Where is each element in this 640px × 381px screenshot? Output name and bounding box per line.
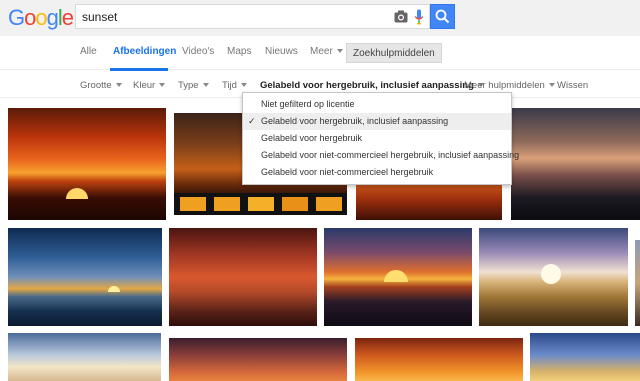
chevron-down-icon (202, 83, 209, 88)
sun-shape (541, 264, 561, 284)
search-input[interactable] (82, 9, 382, 25)
dropdown-item-label: Niet gefilterd op licentie (261, 99, 355, 109)
film-frame (316, 197, 342, 211)
sun-shape (384, 270, 408, 282)
sun-shape (66, 188, 88, 199)
chevron-down-icon (240, 83, 247, 88)
tab-videos[interactable]: Video's (182, 46, 214, 57)
tool-time-label: Tijd (222, 80, 237, 91)
dropdown-item-label: Gelabeld voor hergebruik, inclusief aanp… (261, 116, 449, 126)
film-frame (282, 197, 308, 211)
dropdown-item-label: Gelabeld voor niet-commercieel hergebrui… (261, 167, 434, 177)
google-images-page: Google Alle Afbeel (0, 0, 640, 381)
tab-all[interactable]: Alle (80, 46, 97, 57)
tool-time[interactable]: Tijd (222, 80, 247, 91)
image-result[interactable] (355, 338, 523, 381)
logo-letter: o (24, 5, 36, 30)
chevron-down-icon (336, 49, 343, 54)
dropdown-item-noncommercial-reuse-with-modification[interactable]: Gelabeld voor niet-commercieel hergebrui… (243, 147, 519, 164)
tool-more-tools-label: Meer hulpmiddelen (464, 80, 545, 91)
tool-type-label: Type (178, 80, 199, 91)
tab-more-label: Meer (310, 46, 333, 57)
film-frame (214, 197, 240, 211)
image-result[interactable] (511, 108, 640, 220)
search-box (75, 4, 430, 29)
camera-icon[interactable] (394, 10, 408, 23)
image-result[interactable] (635, 240, 640, 326)
tool-size[interactable]: Grootte (80, 80, 122, 91)
chevron-down-icon (115, 83, 122, 88)
tool-type[interactable]: Type (178, 80, 209, 91)
image-result[interactable] (8, 108, 166, 220)
film-frame (180, 197, 206, 211)
chevron-down-icon (159, 83, 166, 88)
logo-letter: G (8, 5, 25, 30)
image-result[interactable] (8, 333, 161, 381)
google-logo[interactable]: Google (8, 5, 74, 31)
tab-images[interactable]: Afbeeldingen (113, 46, 176, 57)
search-icon (435, 9, 450, 24)
dropdown-item-reuse[interactable]: Gelabeld voor hergebruik (243, 130, 511, 147)
film-frame (248, 197, 274, 211)
dropdown-item-not-filtered[interactable]: Niet gefilterd op licentie (243, 96, 511, 113)
image-result[interactable] (169, 228, 317, 326)
header: Google (0, 0, 640, 36)
image-result[interactable] (530, 333, 640, 381)
dropdown-item-noncommercial-reuse[interactable]: Gelabeld voor niet-commercieel hergebrui… (243, 164, 511, 181)
tab-more[interactable]: Meer (310, 46, 343, 57)
search-button[interactable] (430, 4, 455, 29)
tool-color[interactable]: Kleur (133, 80, 166, 91)
image-result[interactable] (479, 228, 628, 326)
tool-color-label: Kleur (133, 80, 156, 91)
microphone-icon[interactable] (414, 9, 424, 25)
tab-maps[interactable]: Maps (227, 46, 251, 57)
tab-news[interactable]: Nieuws (265, 46, 298, 57)
search-tabs: Alle Afbeeldingen Video's Maps Nieuws Me… (0, 36, 640, 71)
dropdown-item-label: Gelabeld voor niet-commercieel hergebrui… (261, 150, 520, 160)
dropdown-item-label: Gelabeld voor hergebruik (261, 133, 363, 143)
tool-size-label: Grootte (80, 80, 112, 91)
logo-letter: o (35, 5, 47, 30)
tool-usage-rights[interactable]: Gelabeld voor hergebruik, inclusief aanp… (260, 80, 484, 91)
checkmark-icon: ✓ (248, 116, 256, 126)
sun-shape (108, 286, 120, 292)
chevron-down-icon (548, 83, 555, 88)
usage-rights-dropdown: Niet gefilterd op licentie ✓ Gelabeld voo… (242, 92, 519, 185)
image-result[interactable] (8, 228, 162, 326)
dropdown-item-reuse-with-modification[interactable]: ✓ Gelabeld voor hergebruik, inclusief aan… (243, 113, 511, 130)
logo-letter: g (46, 5, 59, 30)
logo-letter: e (61, 5, 74, 30)
image-result[interactable] (356, 180, 502, 220)
search-tools-button[interactable]: Zoekhulpmiddelen (346, 43, 442, 63)
tool-usage-rights-label: Gelabeld voor hergebruik, inclusief aanp… (260, 80, 474, 91)
tool-clear[interactable]: Wissen (557, 80, 588, 91)
image-result[interactable] (324, 228, 472, 326)
image-result[interactable] (169, 338, 347, 381)
tool-more-tools[interactable]: Meer hulpmiddelen (464, 80, 555, 91)
